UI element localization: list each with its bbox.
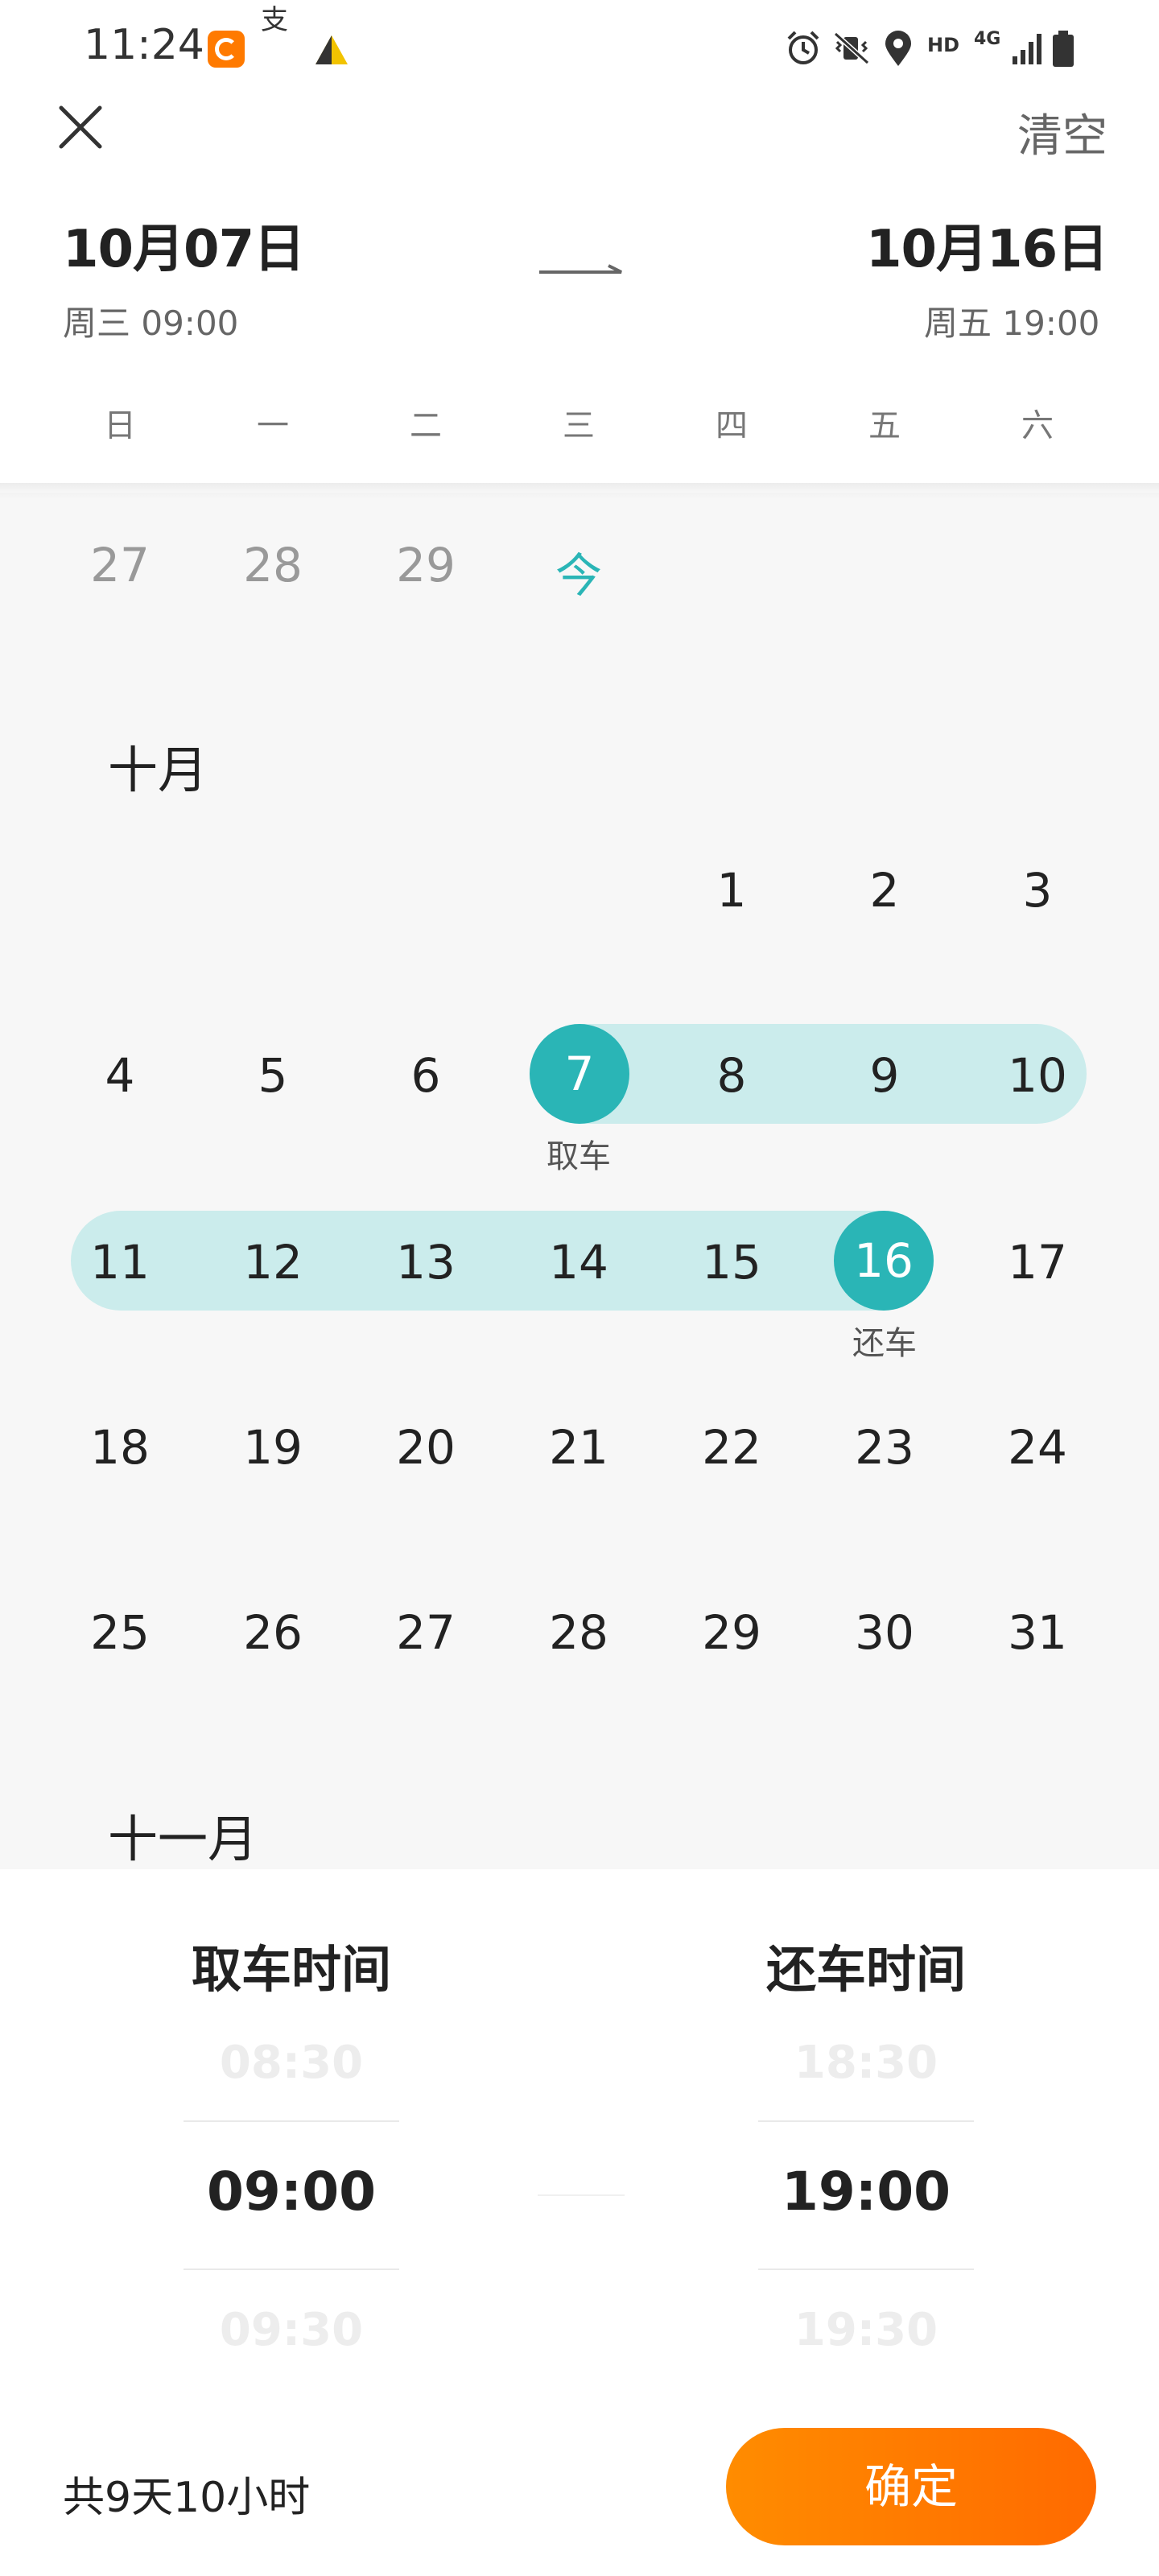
signal-icon: [1013, 34, 1041, 64]
calendar-day[interactable]: 24: [981, 1420, 1094, 1475]
confirm-button[interactable]: 确定: [726, 2428, 1096, 2545]
return-time-title: 还车时间: [765, 1940, 966, 1999]
weekday-tue: 二: [410, 407, 442, 444]
calendar-day[interactable]: 19: [217, 1420, 329, 1475]
calendar-day[interactable]: 13: [369, 1235, 482, 1290]
network-type: 4G: [974, 29, 1001, 49]
calendar-day[interactable]: 9: [828, 1048, 941, 1103]
calendar-day[interactable]: 5: [217, 1048, 329, 1103]
calendar-day[interactable]: 1: [675, 863, 788, 918]
calendar-day[interactable]: 26: [217, 1605, 329, 1660]
pickup-time-title: 取车时间: [191, 1940, 391, 1999]
picker-separator: [538, 2194, 625, 2196]
calendar-day: 27: [90, 538, 150, 592]
calendar-day[interactable]: 23: [828, 1420, 941, 1475]
warning-icon: [316, 35, 348, 64]
calendar-day[interactable]: 14: [522, 1235, 635, 1290]
calendar-day[interactable]: 29: [675, 1605, 788, 1660]
calendar-day[interactable]: 28: [522, 1605, 635, 1660]
pickup-date: 10月07日: [63, 220, 305, 279]
calendar-day[interactable]: 27: [369, 1605, 482, 1660]
pickup-weekday-time: 周三 09:00: [63, 303, 239, 343]
return-day-label: 还车: [852, 1325, 917, 1362]
picker-divider: [184, 2268, 399, 2270]
weekday-fri: 五: [868, 407, 901, 444]
pickup-time-option[interactable]: 08:30: [146, 2037, 436, 2089]
calendar-day[interactable]: 30: [828, 1605, 941, 1660]
alarm-icon: [787, 31, 819, 64]
today-marker[interactable]: 今: [522, 538, 635, 605]
svg-text:支: 支: [261, 4, 288, 36]
calendar-day[interactable]: 10: [981, 1048, 1094, 1103]
picker-divider: [758, 2268, 974, 2270]
return-weekday-time: 周五 19:00: [924, 303, 1100, 343]
pickup-time-option[interactable]: 09:30: [146, 2304, 436, 2356]
calendar-day[interactable]: 3: [981, 863, 1094, 918]
month-title-november: 十一月: [108, 1810, 258, 1868]
calendar-scroll-area[interactable]: 27 28 29 今 十月 1 2 3 4 5 6 7 8 9 10 取车 11…: [0, 493, 1159, 1869]
pickup-time-selected[interactable]: 09:00: [146, 2161, 436, 2223]
arrow-right-icon: [539, 264, 622, 274]
calendar-day[interactable]: 31: [981, 1605, 1094, 1660]
calendar-day[interactable]: 11: [64, 1235, 176, 1290]
calendar-day[interactable]: 8: [675, 1048, 788, 1103]
header-shadow: [0, 483, 1159, 499]
weekday-wed: 三: [563, 407, 595, 444]
weekday-thu: 四: [716, 407, 748, 444]
weekday-sat: 六: [1021, 407, 1054, 444]
selected-range-bar: [71, 1211, 932, 1311]
picker-divider: [758, 2120, 974, 2122]
close-button[interactable]: [56, 103, 105, 151]
calendar-day: 29: [396, 538, 456, 592]
calendar-day[interactable]: 17: [981, 1235, 1094, 1290]
weekday-sun: 日: [104, 407, 136, 444]
return-time-selected[interactable]: 19:00: [721, 2161, 1011, 2223]
pickup-day-label: 取车: [547, 1138, 611, 1175]
calendar-day[interactable]: 12: [217, 1235, 329, 1290]
calendar-day[interactable]: 22: [675, 1420, 788, 1475]
calendar-day[interactable]: 15: [675, 1235, 788, 1290]
vibrate-mute-icon: [833, 31, 870, 65]
month-title-october: 十月: [108, 741, 208, 799]
picker-divider: [184, 2120, 399, 2122]
app-icon: [208, 31, 245, 68]
pickup-day-selected[interactable]: 7: [530, 1024, 629, 1124]
calendar-day[interactable]: 25: [64, 1605, 176, 1660]
calendar-day[interactable]: 21: [522, 1420, 635, 1475]
rental-duration: 共9天10小时: [63, 2474, 311, 2522]
return-date: 10月16日: [866, 220, 1108, 279]
calendar-day: 28: [243, 538, 303, 592]
calendar-day[interactable]: 6: [369, 1048, 482, 1103]
clear-button[interactable]: 清空: [1017, 100, 1107, 165]
calendar-day[interactable]: 18: [64, 1420, 176, 1475]
status-time: 11:24: [84, 21, 204, 69]
return-time-option[interactable]: 19:30: [721, 2304, 1011, 2356]
battery-icon: [1053, 31, 1074, 67]
alipay-icon: 支: [261, 4, 288, 36]
weekday-mon: 一: [257, 407, 289, 444]
calendar-day[interactable]: 20: [369, 1420, 482, 1475]
calendar-day[interactable]: 2: [828, 863, 941, 918]
location-icon: [885, 31, 911, 66]
return-time-option[interactable]: 18:30: [721, 2037, 1011, 2089]
hd-indicator: HD: [927, 34, 960, 56]
calendar-day[interactable]: 4: [64, 1048, 176, 1103]
return-day-selected[interactable]: 16: [834, 1211, 934, 1311]
